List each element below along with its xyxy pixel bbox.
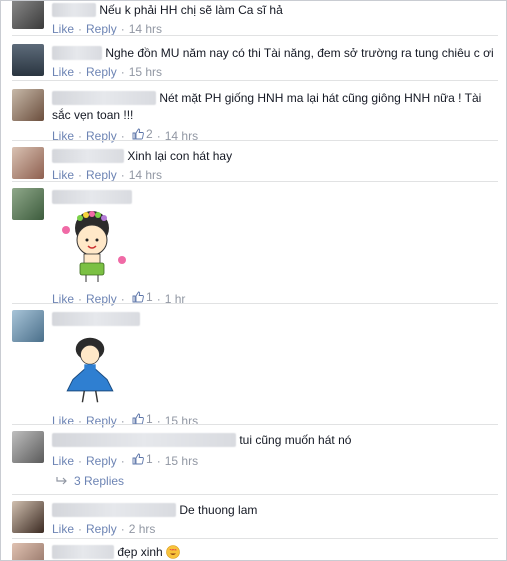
comment-actions: Like · Reply · 1 · 1 hr <box>52 289 185 307</box>
timestamp[interactable]: 15 hrs <box>165 454 198 468</box>
divider <box>12 494 498 495</box>
comment-actions: Like · Reply · 1 · 15 hrs <box>52 411 198 429</box>
timestamp[interactable]: 15 hrs <box>129 65 162 79</box>
timestamp[interactable]: 2 hrs <box>129 522 156 536</box>
author-name[interactable] <box>52 2 96 17</box>
thumbs-up-icon <box>132 128 144 140</box>
replies-label: 3 Replies <box>74 474 125 488</box>
avatar[interactable] <box>12 89 44 121</box>
divider <box>12 181 498 182</box>
view-replies-link[interactable]: 3 Replies <box>56 474 124 488</box>
dot-separator: · <box>120 21 125 36</box>
avatar[interactable] <box>12 431 44 463</box>
avatar[interactable] <box>12 147 44 179</box>
author-name[interactable] <box>52 432 236 447</box>
timestamp[interactable]: 14 hrs <box>129 168 162 182</box>
avatar[interactable] <box>12 501 44 533</box>
author-name[interactable] <box>52 148 124 163</box>
comment-actions: Like · Reply · 1 · 15 hrs <box>52 451 498 469</box>
reply-link[interactable]: Reply <box>86 414 117 428</box>
reply-link[interactable]: Reply <box>86 454 117 468</box>
dot-separator: · <box>120 167 125 182</box>
comment-actions: Like · Reply · 15 hrs <box>52 64 498 80</box>
comment-text: De thuong lam <box>179 502 258 517</box>
comment-item: Like · Reply · 1 · 1 hr <box>12 188 498 306</box>
author-name[interactable] <box>52 544 114 559</box>
like-link[interactable]: Like <box>52 414 74 428</box>
sticker-girl-curtsy[interactable] <box>52 332 128 408</box>
divider <box>12 80 498 81</box>
divider <box>12 424 498 425</box>
timestamp[interactable]: 15 hrs <box>165 414 198 428</box>
divider <box>12 538 498 539</box>
dot-separator: · <box>78 414 83 428</box>
dot-separator: · <box>78 167 83 182</box>
like-link[interactable]: Like <box>52 22 74 36</box>
dot-separator: · <box>78 64 83 79</box>
divider <box>12 140 498 141</box>
divider <box>12 35 498 36</box>
comment-item: Xinh lại con hát hay Like · Reply · 14 hrs <box>12 147 498 183</box>
comment-text: Nghe đồn MU năm nay có thi Tài năng, đem… <box>105 45 494 60</box>
like-count[interactable]: 1 <box>132 451 153 467</box>
comment-thread: Nếu k phải HH chị sẽ làm Ca sĩ hả Like · R… <box>0 0 507 561</box>
comment-item: tui cũng muốn hát nó Like · Reply · 1 · 15 h… <box>12 431 498 471</box>
avatar[interactable] <box>12 188 44 220</box>
comment-text: đẹp xinh <box>117 544 163 559</box>
comment-item: đẹp xinh <box>12 543 498 560</box>
author-name[interactable] <box>52 45 102 60</box>
timestamp[interactable]: 14 hrs <box>129 22 162 36</box>
thumbs-up-icon <box>132 453 144 465</box>
comment-item: Nét mặt PH giống HNH ma lại hát cũng giô… <box>12 89 498 143</box>
comment-actions: Like · Reply · 2 hrs <box>52 521 498 537</box>
sticker-girl-flowers[interactable] <box>52 206 132 286</box>
author-name[interactable] <box>52 311 140 326</box>
author-name[interactable] <box>52 90 156 105</box>
dot-separator: · <box>120 414 125 428</box>
comment-item: Like · Reply · 1 · 15 hrs <box>12 310 498 428</box>
heart-eyes-emoji-icon <box>166 545 180 559</box>
avatar[interactable] <box>12 543 44 560</box>
comment-item: Nghe đồn MU năm nay có thi Tài năng, đem… <box>12 44 498 84</box>
comment-item: De thuong lam Like · Reply · 2 hrs <box>12 501 498 541</box>
avatar[interactable] <box>12 44 44 76</box>
author-name[interactable] <box>52 502 176 517</box>
like-link[interactable]: Like <box>52 454 74 468</box>
comment-text: tui cũng muốn hát nó <box>239 432 352 447</box>
dot-separator: · <box>78 521 83 536</box>
reply-link[interactable]: Reply <box>86 65 117 79</box>
like-link[interactable]: Like <box>52 65 74 79</box>
reply-arrow-icon <box>56 477 67 485</box>
avatar[interactable] <box>12 1 44 29</box>
like-link[interactable]: Like <box>52 522 74 536</box>
divider <box>12 303 498 304</box>
reply-link[interactable]: Reply <box>86 522 117 536</box>
reply-link[interactable]: Reply <box>86 22 117 36</box>
reply-link[interactable]: Reply <box>86 168 117 182</box>
like-link[interactable]: Like <box>52 168 74 182</box>
dot-separator: · <box>120 521 125 536</box>
dot-separator: · <box>78 21 83 36</box>
dot-separator: · <box>78 453 83 468</box>
comment-text: Nếu k phải HH chị sẽ làm Ca sĩ hả <box>99 2 283 17</box>
dot-separator: · <box>120 64 125 79</box>
dot-separator: · <box>156 453 161 468</box>
thumbs-up-icon <box>132 291 144 303</box>
comment-text: Xinh lại con hát hay <box>127 148 233 163</box>
dot-separator: · <box>156 414 161 428</box>
author-name[interactable] <box>52 189 132 204</box>
avatar[interactable] <box>12 310 44 342</box>
dot-separator: · <box>120 453 125 468</box>
like-count-number: 1 <box>146 451 153 466</box>
